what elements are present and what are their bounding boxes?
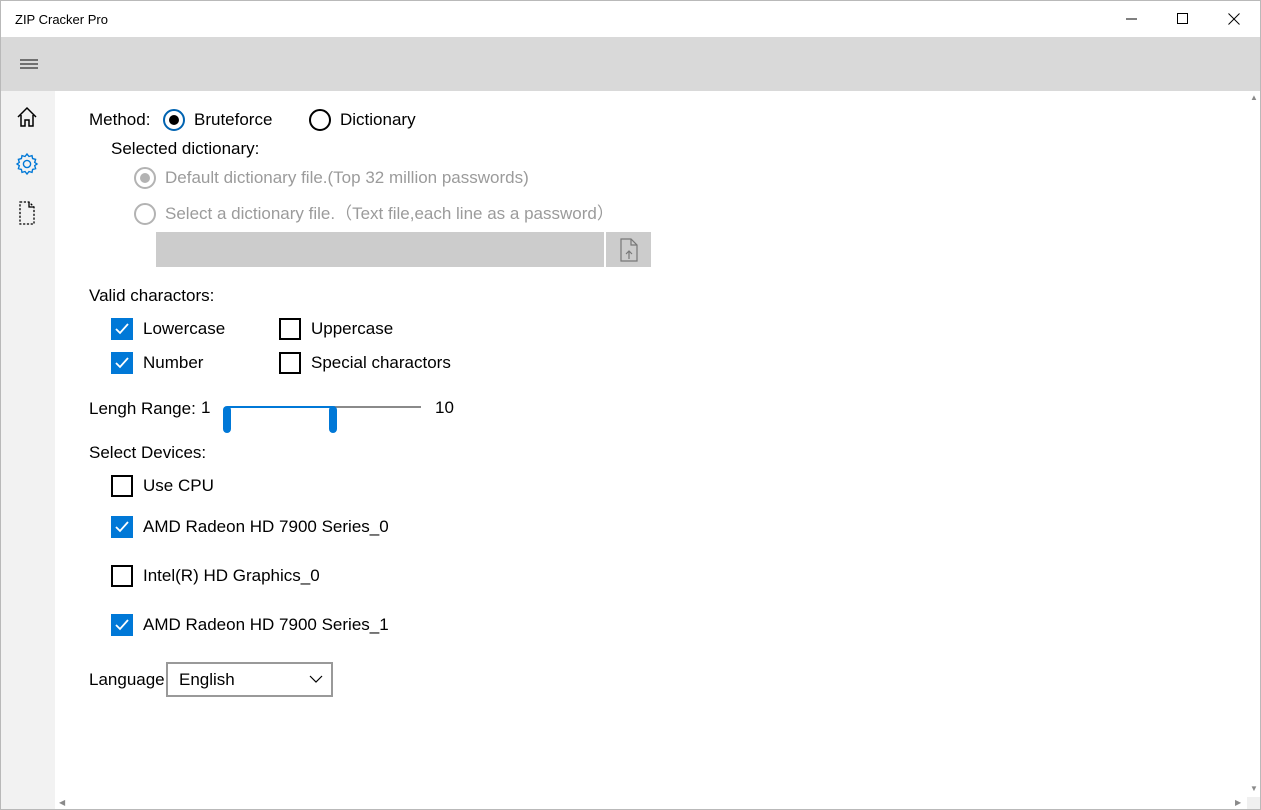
minimize-icon xyxy=(1126,18,1137,20)
checkmark-icon xyxy=(115,357,129,369)
document-icon xyxy=(19,201,35,225)
length-max-label: 10 xyxy=(435,398,454,417)
gear-icon xyxy=(15,152,39,176)
special-charactors-checkbox[interactable] xyxy=(279,352,301,374)
custom-dictionary-label[interactable]: Select a dictionary file.（Text file,each… xyxy=(165,204,614,224)
length-range-label: Lengh Range: xyxy=(89,399,196,418)
checkmark-icon xyxy=(115,521,129,533)
lowercase-checkbox[interactable] xyxy=(111,318,133,340)
bruteforce-label[interactable]: Bruteforce xyxy=(194,110,272,130)
custom-dictionary-radio[interactable] xyxy=(134,203,156,225)
default-dictionary-label[interactable]: Default dictionary file.(Top 32 million … xyxy=(165,168,529,188)
method-label: Method: xyxy=(89,110,151,129)
close-icon xyxy=(1228,13,1240,25)
intel-hd-graphics-0-label[interactable]: Intel(R) HD Graphics_0 xyxy=(143,566,320,586)
amd-radeon-0-checkbox[interactable] xyxy=(111,516,133,538)
intel-hd-graphics-0-checkbox[interactable] xyxy=(111,565,133,587)
nav-home-button[interactable] xyxy=(6,97,48,137)
scroll-up-icon[interactable]: ▲ xyxy=(1250,94,1258,102)
valid-charactors-label: Valid charactors: xyxy=(89,286,215,305)
vertical-scrollbar[interactable]: ▲ ▼ xyxy=(1247,91,1260,797)
length-range-fill xyxy=(227,406,333,408)
title-bar: ZIP Cracker Pro xyxy=(1,1,1260,37)
home-icon xyxy=(17,106,37,127)
maximize-icon xyxy=(1177,13,1188,24)
checkmark-icon xyxy=(115,323,129,335)
hamburger-icon xyxy=(20,59,38,69)
dictionary-file-path-input[interactable] xyxy=(156,232,604,267)
lowercase-label[interactable]: Lowercase xyxy=(143,319,225,339)
uppercase-checkbox[interactable] xyxy=(279,318,301,340)
horizontal-scrollbar[interactable]: ◀ ▶ xyxy=(55,797,1247,809)
default-dictionary-radio[interactable] xyxy=(134,167,156,189)
use-cpu-label[interactable]: Use CPU xyxy=(143,476,214,496)
nav-document-button[interactable] xyxy=(6,193,48,233)
amd-radeon-1-label[interactable]: AMD Radeon HD 7900 Series_1 xyxy=(143,615,389,635)
minimize-button[interactable] xyxy=(1109,1,1155,37)
dictionary-label[interactable]: Dictionary xyxy=(340,110,416,130)
app-window: ZIP Cracker Pro Method: Bruteforce Dicti… xyxy=(0,0,1261,810)
length-min-label: 1 xyxy=(201,398,211,417)
side-nav xyxy=(1,91,55,809)
bruteforce-radio[interactable] xyxy=(163,109,185,131)
scroll-right-icon[interactable]: ▶ xyxy=(1235,799,1241,807)
length-max-thumb[interactable] xyxy=(328,406,337,433)
select-devices-label: Select Devices: xyxy=(89,443,207,462)
language-label: Language: xyxy=(89,670,170,689)
scrollbar-corner xyxy=(1247,797,1260,809)
dictionary-radio[interactable] xyxy=(309,109,331,131)
language-selected-value: English xyxy=(179,670,235,689)
number-checkbox[interactable] xyxy=(111,352,133,374)
language-select[interactable]: English xyxy=(166,662,333,697)
length-min-thumb[interactable] xyxy=(223,406,231,433)
selected-dictionary-label: Selected dictionary: xyxy=(111,139,260,158)
use-cpu-checkbox[interactable] xyxy=(111,475,133,497)
scroll-down-icon[interactable]: ▼ xyxy=(1250,785,1258,793)
special-charactors-label[interactable]: Special charactors xyxy=(311,353,451,373)
uppercase-label[interactable]: Uppercase xyxy=(311,319,393,339)
checkmark-icon xyxy=(115,619,129,631)
amd-radeon-1-checkbox[interactable] xyxy=(111,614,133,636)
scroll-left-icon[interactable]: ◀ xyxy=(59,799,65,807)
close-button[interactable] xyxy=(1211,1,1257,37)
amd-radeon-0-label[interactable]: AMD Radeon HD 7900 Series_0 xyxy=(143,517,389,537)
top-bar xyxy=(1,37,1260,91)
maximize-button[interactable] xyxy=(1160,1,1206,37)
number-label[interactable]: Number xyxy=(143,353,203,373)
open-file-icon xyxy=(619,237,638,262)
window-title: ZIP Cracker Pro xyxy=(15,12,108,27)
nav-settings-button[interactable] xyxy=(6,144,48,184)
hamburger-menu-button[interactable] xyxy=(11,49,47,79)
chevron-down-icon xyxy=(309,675,323,683)
browse-dictionary-button[interactable] xyxy=(606,232,651,267)
